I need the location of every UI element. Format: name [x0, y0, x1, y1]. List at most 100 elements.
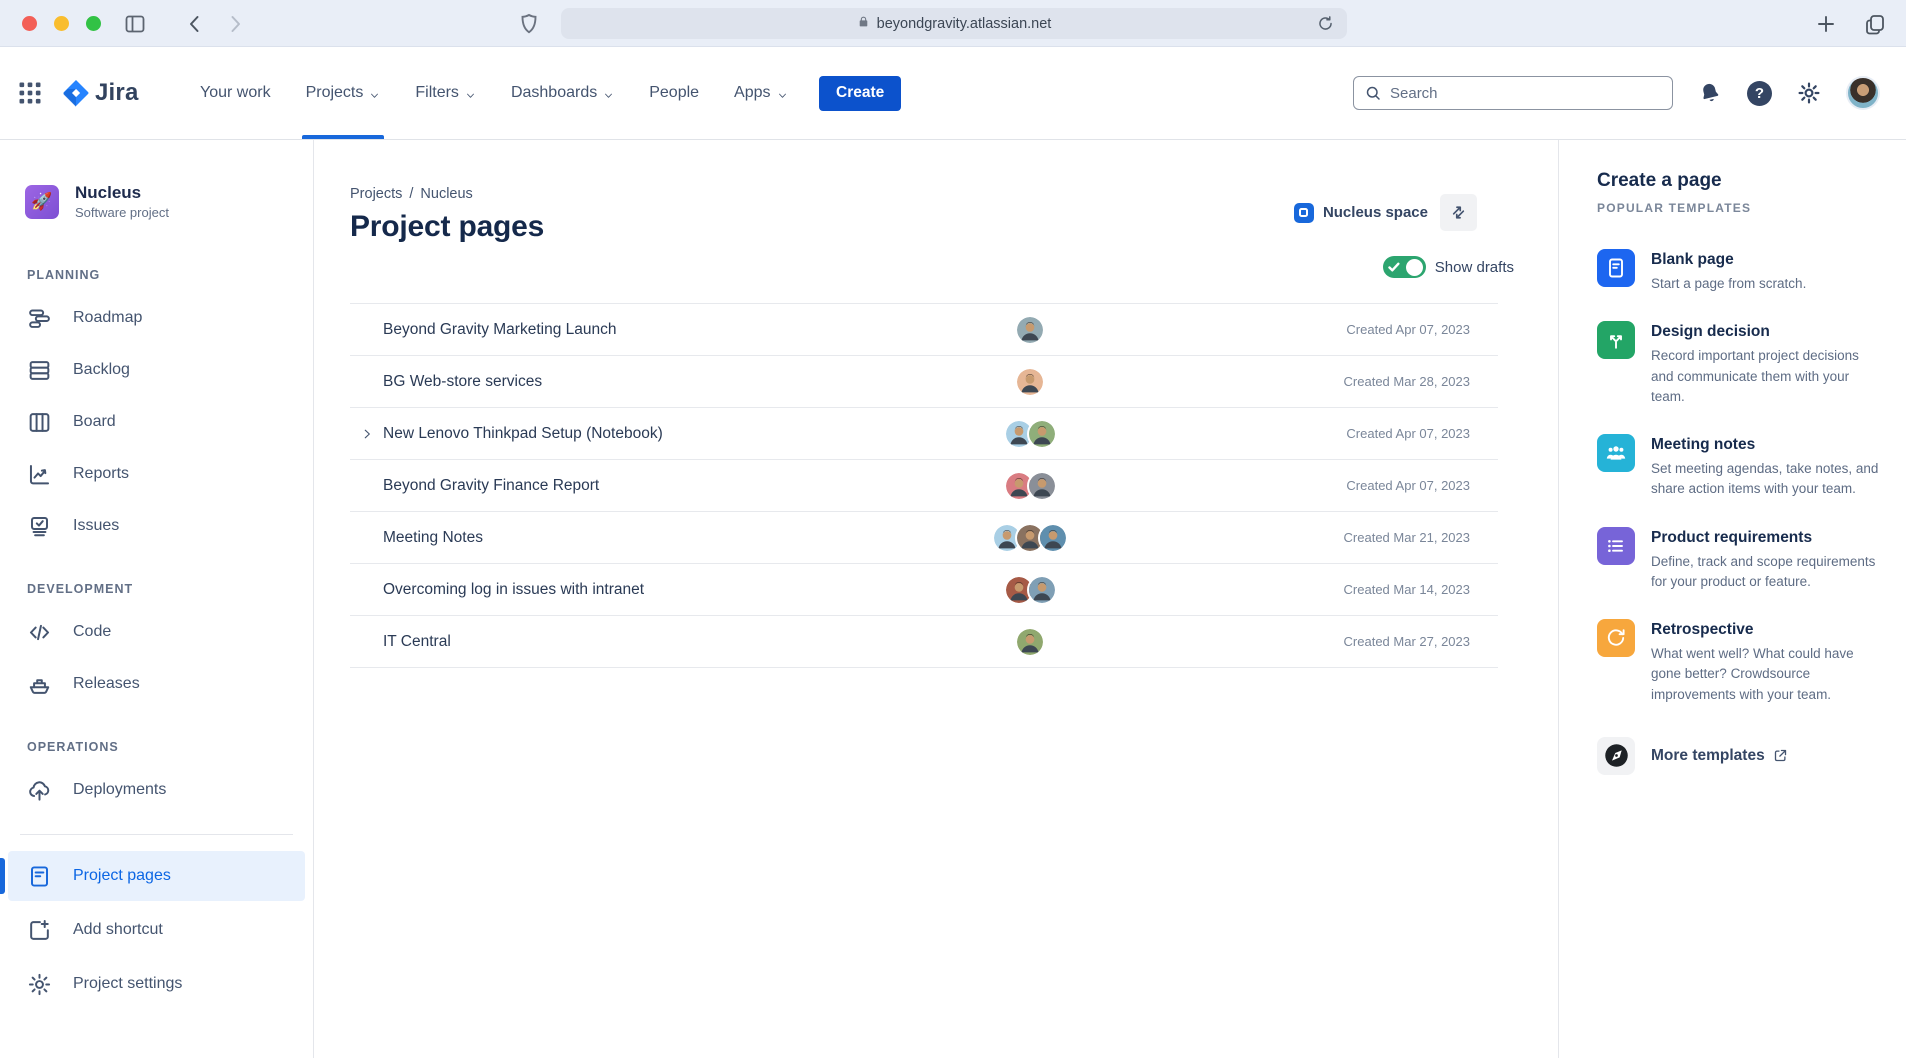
- design-decision-icon: [1597, 321, 1635, 359]
- create-button[interactable]: Create: [819, 76, 901, 111]
- sidebar-section-planning: PLANNINGRoadmapBacklogBoardReportsIssues: [0, 268, 313, 552]
- app-switcher-icon[interactable]: [16, 79, 44, 107]
- sidebar-item-label: Add shortcut: [73, 921, 163, 939]
- page-row-meeting-notes[interactable]: Meeting NotesCreated Mar 21, 2023: [350, 512, 1498, 564]
- nav-item-apps[interactable]: Apps: [717, 47, 805, 139]
- window-controls: [22, 16, 101, 31]
- settings-gear-icon[interactable]: [1796, 80, 1822, 106]
- template-retrospective[interactable]: RetrospectiveWhat went well? What could …: [1597, 619, 1884, 705]
- zoom-window-button[interactable]: [86, 16, 101, 31]
- contributor-avatars: [970, 523, 1090, 553]
- avatar[interactable]: [1015, 315, 1045, 345]
- avatar[interactable]: [1015, 627, 1045, 657]
- board-icon: [27, 410, 52, 435]
- chevron-down-icon: [777, 88, 788, 99]
- page-name: BG Web-store services: [383, 373, 970, 391]
- jira-wordmark: Jira: [95, 79, 139, 107]
- back-icon[interactable]: [182, 11, 208, 37]
- page-row-bg-web-store-services[interactable]: BG Web-store services Created Mar 28, 202…: [350, 356, 1498, 408]
- nav-item-people[interactable]: People: [632, 47, 717, 139]
- sidebar-divider: [20, 834, 293, 835]
- new-tab-icon[interactable]: [1813, 11, 1839, 37]
- contributor-avatars: [970, 471, 1090, 501]
- minimize-window-button[interactable]: [54, 16, 69, 31]
- project-header[interactable]: 🚀 Nucleus Software project: [25, 183, 313, 220]
- template-description: Start a page from scratch.: [1651, 274, 1806, 294]
- compass-icon: [1597, 737, 1635, 775]
- template-blank-page[interactable]: Blank pageStart a page from scratch.: [1597, 249, 1884, 294]
- close-window-button[interactable]: [22, 16, 37, 31]
- expand-chevron-icon[interactable]: [360, 427, 374, 441]
- page-row-beyond-gravity-finance-report[interactable]: Beyond Gravity Finance ReportCreated Apr…: [350, 460, 1498, 512]
- nucleus-space-chip[interactable]: Nucleus space: [1294, 203, 1428, 223]
- sidebar-item-code[interactable]: Code: [0, 606, 313, 658]
- sidebar-item-label: Project pages: [73, 867, 171, 885]
- avatar[interactable]: [1038, 523, 1068, 553]
- browser-sidebar-icon[interactable]: [122, 11, 148, 37]
- avatar[interactable]: [1027, 419, 1057, 449]
- chevron-down-icon: [369, 88, 380, 99]
- sidebar-item-issues[interactable]: Issues: [0, 500, 313, 552]
- created-date: Created Mar 28, 2023: [1090, 374, 1498, 389]
- nav-item-label: Your work: [200, 84, 271, 102]
- page-row-overcoming-log-in-issues-with-intranet[interactable]: Overcoming log in issues with intranetCr…: [350, 564, 1498, 616]
- created-date: Created Apr 07, 2023: [1090, 478, 1498, 493]
- page-name: IT Central: [383, 633, 970, 651]
- url-text: beyondgravity.atlassian.net: [877, 16, 1052, 32]
- sidebar-item-board[interactable]: Board: [0, 396, 313, 448]
- sidebar-item-label: Releases: [73, 675, 140, 693]
- settings-icon: [27, 972, 52, 997]
- template-design-decision[interactable]: Design decisionRecord important project …: [1597, 321, 1884, 407]
- lock-icon: [857, 15, 870, 32]
- nav-item-projects[interactable]: Projects: [288, 47, 398, 139]
- page-row-new-lenovo-thinkpad-setup-notebook[interactable]: New Lenovo Thinkpad Setup (Notebook)Crea…: [350, 408, 1498, 460]
- created-date: Created Mar 27, 2023: [1090, 634, 1498, 649]
- nav-item-dashboards[interactable]: Dashboards: [493, 47, 631, 139]
- browser-chrome: beyondgravity.atlassian.net: [0, 0, 1906, 47]
- blank-page-icon: [1597, 249, 1635, 287]
- project-pages-icon: [27, 864, 52, 889]
- breadcrumb-projects[interactable]: Projects: [350, 186, 402, 202]
- avatar[interactable]: [1015, 367, 1045, 397]
- show-drafts-toggle[interactable]: [1383, 256, 1426, 278]
- page-row-beyond-gravity-marketing-launch[interactable]: Beyond Gravity Marketing LaunchCreated A…: [350, 304, 1498, 356]
- shield-icon[interactable]: [516, 11, 542, 37]
- sidebar-item-deployments[interactable]: Deployments: [0, 764, 313, 816]
- breadcrumb-nucleus[interactable]: Nucleus: [420, 186, 472, 202]
- user-avatar[interactable]: [1846, 76, 1880, 110]
- jira-logo[interactable]: Jira: [61, 78, 139, 108]
- sidebar-item-label: Board: [73, 413, 116, 431]
- sidebar-item-backlog[interactable]: Backlog: [0, 344, 313, 396]
- search-input[interactable]: [1390, 85, 1662, 102]
- switch-space-button[interactable]: [1440, 194, 1477, 231]
- sidebar-item-add-shortcut[interactable]: Add shortcut: [8, 905, 305, 955]
- tab-overview-icon[interactable]: [1862, 11, 1888, 37]
- sidebar-item-label: Project settings: [73, 975, 182, 993]
- sidebar-item-project-settings[interactable]: Project settings: [8, 959, 305, 1009]
- avatar[interactable]: [1027, 575, 1057, 605]
- template-meeting-notes[interactable]: Meeting notesSet meeting agendas, take n…: [1597, 434, 1884, 500]
- search-box[interactable]: [1353, 76, 1673, 110]
- nav-item-filters[interactable]: Filters: [398, 47, 494, 139]
- avatar[interactable]: [1027, 471, 1057, 501]
- address-bar[interactable]: beyondgravity.atlassian.net: [561, 8, 1347, 39]
- pages-table: Beyond Gravity Marketing LaunchCreated A…: [350, 303, 1498, 668]
- sidebar-item-project-pages[interactable]: Project pages: [8, 851, 305, 901]
- reload-icon[interactable]: [1316, 14, 1335, 33]
- meeting-notes-icon: [1597, 434, 1635, 472]
- sidebar-item-reports[interactable]: Reports: [0, 448, 313, 500]
- contributor-avatars: [970, 315, 1090, 345]
- contributor-avatars: [970, 575, 1090, 605]
- help-icon[interactable]: ?: [1747, 81, 1772, 106]
- page-row-it-central[interactable]: IT Central Created Mar 27, 2023: [350, 616, 1498, 668]
- template-product-requirements[interactable]: Product requirementsDefine, track and sc…: [1597, 527, 1884, 593]
- nav-item-your-work[interactable]: Your work: [183, 47, 289, 139]
- more-templates-link[interactable]: More templates: [1597, 737, 1884, 775]
- project-name: Nucleus: [75, 183, 169, 203]
- notifications-bell-icon[interactable]: [1694, 77, 1726, 109]
- sidebar-item-roadmap[interactable]: Roadmap: [0, 292, 313, 344]
- page-name: Overcoming log in issues with intranet: [383, 581, 970, 599]
- sidebar-item-releases[interactable]: Releases: [0, 658, 313, 710]
- jira-logo-icon: [61, 78, 91, 108]
- forward-icon[interactable]: [222, 11, 248, 37]
